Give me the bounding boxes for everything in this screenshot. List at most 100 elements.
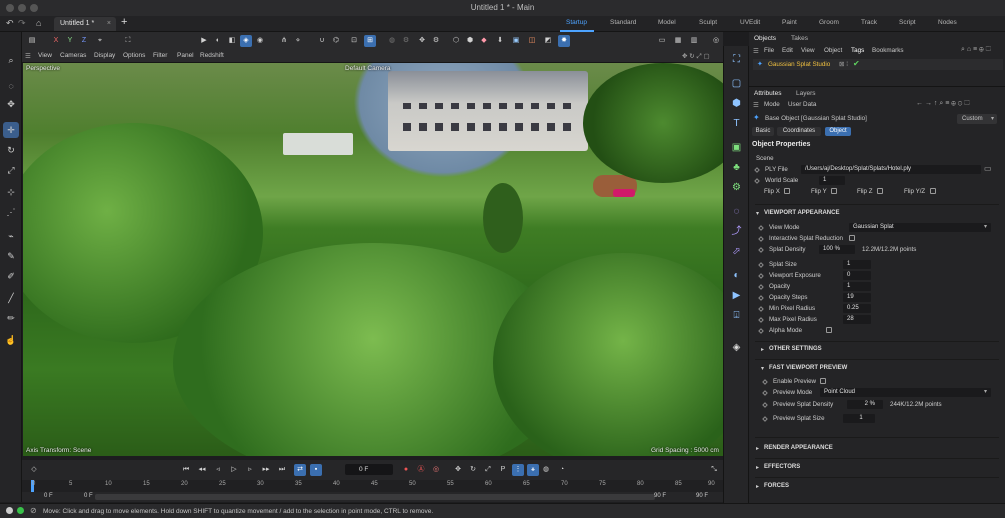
text-object-icon[interactable]: T: [729, 116, 744, 131]
preview-start-field[interactable]: 0 F: [84, 493, 93, 499]
rotate-tool-icon[interactable]: ↻: [3, 142, 19, 158]
objects-menu-object[interactable]: Object: [824, 47, 842, 54]
view-mode-dropdown[interactable]: Gaussian Splat: [849, 223, 991, 232]
splat-density-field[interactable]: 100 %: [819, 245, 855, 254]
expand-effectors-icon[interactable]: ▸: [756, 464, 759, 471]
document-tab[interactable]: Untitled 1 * ×: [54, 17, 116, 31]
flip-yz-checkbox[interactable]: [930, 188, 936, 194]
cube-icon[interactable]: ◧: [226, 35, 238, 47]
ply-file-field[interactable]: /Users/aj/Desktop/Splat/Splats/Hotel.ply: [801, 165, 981, 174]
object-mode-icon[interactable]: ◈: [240, 35, 252, 47]
viewport-menu-filter[interactable]: Filter: [153, 52, 167, 59]
compass-icon[interactable]: ◈: [729, 340, 744, 355]
brush-tool-icon[interactable]: ✐: [3, 268, 19, 284]
prev-frame-icon[interactable]: ◃: [212, 464, 224, 476]
flip-y-checkbox[interactable]: [831, 188, 837, 194]
next-frame-icon[interactable]: ▹: [244, 464, 256, 476]
world-scale-keyframe-icon[interactable]: [754, 178, 760, 184]
opacity-steps-keyframe-icon[interactable]: [758, 295, 764, 301]
expand-viewport-appearance-icon[interactable]: ▾: [756, 210, 759, 217]
objects-menu-bookmarks[interactable]: Bookmarks: [872, 47, 904, 54]
axis-tool-icon[interactable]: ⊹: [3, 184, 19, 200]
camera-icon[interactable]: ▶: [729, 288, 744, 303]
perspective-label[interactable]: Perspective: [26, 65, 60, 72]
picture-viewer-icon[interactable]: ▣: [510, 35, 522, 47]
viewport-menu-options[interactable]: Options: [123, 52, 145, 59]
undo-icon[interactable]: ↶: [6, 18, 14, 29]
layout-tab-startup[interactable]: Startup: [566, 19, 587, 26]
section-effectors[interactable]: EFFECTORS: [764, 464, 800, 470]
tab-takes[interactable]: Takes: [791, 35, 808, 42]
keyframe-selection-icon[interactable]: ◎: [430, 464, 442, 476]
layout-tab-model[interactable]: Model: [658, 19, 676, 26]
folder-icon[interactable]: ▭: [984, 164, 992, 173]
viewport-hamburger-icon[interactable]: ☰: [25, 52, 31, 60]
sculpt-tool-icon[interactable]: ☝: [3, 332, 19, 348]
viewport-menu-cameras[interactable]: Cameras: [60, 52, 86, 59]
layout-tab-script[interactable]: Script: [899, 19, 916, 26]
fps-icon[interactable]: ▪: [310, 464, 322, 476]
end-frame-field[interactable]: 90 F: [696, 493, 708, 499]
attributes-hamburger-icon[interactable]: ☰: [753, 101, 759, 109]
preview-density-field[interactable]: 2 %: [847, 400, 883, 409]
snap-tool-icon[interactable]: ⋰: [3, 204, 19, 220]
attributes-nav-icon[interactable]: ← → ↑ ⌕ ≡ ⊕ ⊙ ⬚: [916, 100, 970, 108]
next-key-icon[interactable]: ▸▸: [260, 464, 272, 476]
user-icon[interactable]: ◎: [710, 35, 722, 47]
scene-icon[interactable]: ▤: [26, 35, 38, 47]
viewport-menu-display[interactable]: Display: [94, 52, 115, 59]
scale-tool-icon[interactable]: ⤢: [3, 162, 19, 178]
generator-icon[interactable]: ▣: [729, 140, 744, 155]
section-other-settings[interactable]: OTHER SETTINGS: [769, 346, 822, 352]
flip-x-checkbox[interactable]: [784, 188, 790, 194]
interactive-keyframe-icon[interactable]: [758, 236, 764, 242]
preview-mode-keyframe-icon[interactable]: [762, 390, 768, 396]
opacity-keyframe-icon[interactable]: [758, 284, 764, 290]
camera-object-icon[interactable]: ⛶: [729, 52, 744, 67]
expand-forces-icon[interactable]: ▸: [756, 483, 759, 490]
preview-size-keyframe-icon[interactable]: [762, 416, 768, 422]
environment-icon[interactable]: ◐: [729, 268, 744, 283]
y-axis-toggle[interactable]: Y: [64, 35, 76, 47]
render-view-icon[interactable]: ⛶: [122, 35, 134, 47]
interactive-reduction-checkbox[interactable]: [849, 235, 855, 241]
tab-objects[interactable]: Objects: [754, 35, 776, 42]
preview-density-keyframe-icon[interactable]: [762, 402, 768, 408]
snap-icon[interactable]: ⌬: [330, 35, 342, 47]
hex-icon[interactable]: ⬢: [464, 35, 476, 47]
object-tag-icon[interactable]: ⊠ ⁞: [839, 60, 848, 68]
camera-label[interactable]: Default Camera: [345, 65, 391, 72]
model-mode-icon[interactable]: ◉: [254, 35, 266, 47]
tab-basic[interactable]: Basic: [752, 127, 774, 136]
min-pixel-radius-field[interactable]: 0.25: [843, 304, 871, 313]
cube-object-icon[interactable]: ⬢: [729, 96, 744, 111]
home-icon[interactable]: ⌂: [36, 18, 41, 28]
pla-key-icon[interactable]: ⋮: [512, 464, 524, 476]
splat-size-keyframe-icon[interactable]: [758, 262, 764, 268]
layout-tab-paint[interactable]: Paint: [782, 19, 797, 26]
spline-mode-icon[interactable]: ⋄: [292, 35, 304, 47]
section-render-appearance[interactable]: RENDER APPEARANCE: [764, 445, 833, 451]
preview-mode-dropdown[interactable]: Point Cloud: [820, 388, 991, 397]
section-forces[interactable]: FORCES: [764, 483, 789, 489]
hair-icon[interactable]: ⤴: [729, 224, 744, 239]
film-icon[interactable]: ▦: [672, 35, 684, 47]
record-icon[interactable]: ●: [400, 464, 412, 476]
pen-tool-icon[interactable]: ✎: [3, 248, 19, 264]
ply-keyframe-icon[interactable]: [754, 167, 760, 173]
layout-tab-nodes[interactable]: Nodes: [938, 19, 957, 26]
move-tool-icon[interactable]: ✛: [3, 122, 19, 138]
expand-fast-preview-icon[interactable]: ▾: [761, 365, 764, 372]
timeline-expand-icon[interactable]: ⤡: [708, 464, 720, 476]
viewport-layout-icon[interactable]: ▭: [656, 35, 668, 47]
position-key-icon[interactable]: ✥: [452, 464, 464, 476]
cloner-icon[interactable]: ♣: [729, 160, 744, 175]
preview-end-field[interactable]: 90 F: [654, 493, 666, 499]
preset-dropdown[interactable]: Custom ▾: [957, 114, 997, 124]
render-queue-icon[interactable]: ▥: [688, 35, 700, 47]
selection-tool-icon[interactable]: ◌: [3, 78, 19, 94]
z-axis-toggle[interactable]: Z: [78, 35, 90, 47]
rotation-key-icon[interactable]: ↻: [467, 464, 479, 476]
viewport-menu-view[interactable]: View: [38, 52, 52, 59]
render-settings-icon[interactable]: ◐: [212, 35, 224, 47]
